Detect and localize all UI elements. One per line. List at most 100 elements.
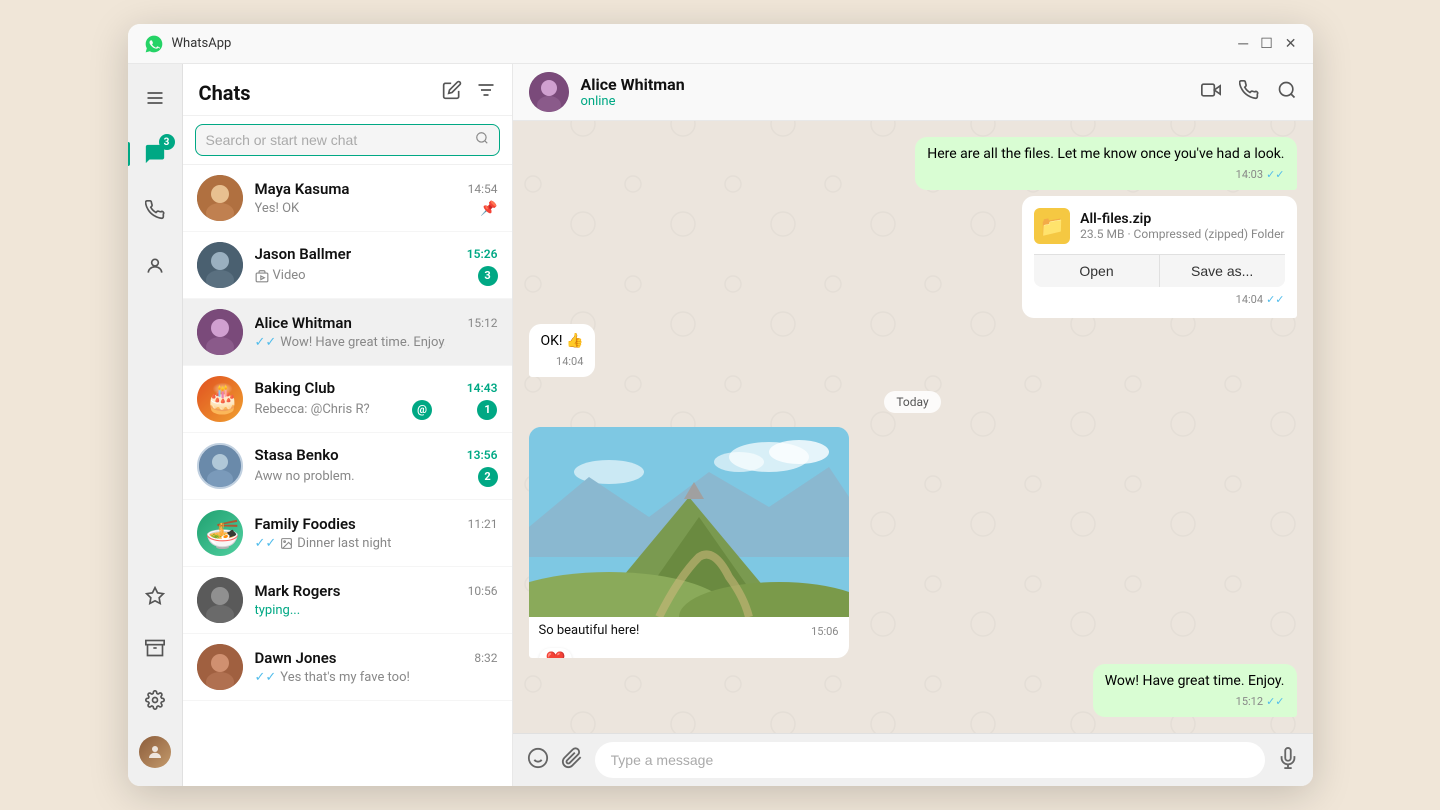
chats-badge: 3 — [159, 134, 175, 150]
search-bar-inner — [195, 124, 500, 156]
emoji-icon[interactable] — [527, 747, 549, 774]
video-call-icon[interactable] — [1201, 80, 1221, 105]
message-m2: 📁 All-files.zip 23.5 MB · Compressed (zi… — [1022, 196, 1296, 318]
avatar-alice — [197, 309, 243, 355]
date-divider-today: Today — [884, 391, 940, 413]
calls-icon[interactable] — [137, 192, 173, 228]
chat-item-mark[interactable]: Mark Rogers 10:56 typing... — [183, 567, 512, 634]
chat-preview-alice: ✓✓ Wow! Have great time. Enjoy. — [255, 335, 498, 350]
search-bar — [183, 116, 512, 165]
save-as-button[interactable]: Save as... — [1160, 255, 1285, 287]
chat-list-title: Chats — [199, 81, 251, 105]
chat-time-maya: 14:54 — [468, 182, 498, 196]
icon-rail-top: 3 — [137, 80, 173, 558]
avatar-dawn — [197, 644, 243, 690]
window-controls: ─ ☐ ✕ — [1238, 35, 1296, 52]
chat-info-dawn: Dawn Jones 8:32 ✓✓ Yes that's my fave to… — [255, 649, 498, 685]
chat-name-stasa: Stasa Benko — [255, 446, 339, 464]
photo-time: 15:06 — [811, 625, 838, 638]
chat-preview-jason: Video 3 — [255, 266, 498, 286]
chat-info-stasa: Stasa Benko 13:56 Aww no problem. 2 — [255, 446, 498, 487]
chat-preview-dawn: ✓✓ Yes that's my fave too! — [255, 670, 498, 685]
unread-badge-stasa: 2 — [478, 467, 498, 487]
chat-info-maya: Maya Kasuma 14:54 Yes! OK 📌 — [255, 180, 498, 217]
communities-icon[interactable] — [137, 248, 173, 284]
maximize-button[interactable]: ☐ — [1260, 35, 1273, 52]
whatsapp-logo — [144, 34, 164, 54]
svg-text:🎂: 🎂 — [205, 381, 240, 415]
open-file-button[interactable]: Open — [1034, 255, 1160, 287]
minimize-button[interactable]: ─ — [1238, 35, 1248, 52]
heart-reaction: ❤️ — [539, 648, 573, 658]
chat-preview-text-mark: typing... — [255, 603, 301, 618]
icon-rail-bottom — [137, 578, 173, 770]
chat-info-jason: Jason Ballmer 15:26 Video 3 — [255, 245, 498, 286]
chat-preview-text-dawn: ✓✓ Yes that's my fave too! — [255, 670, 410, 685]
chat-preview-stasa: Aww no problem. 2 — [255, 467, 498, 487]
bubble-time-m3: 14:04 — [541, 354, 584, 369]
chat-info-mark: Mark Rogers 10:56 typing... — [255, 582, 498, 618]
chat-item-stasa[interactable]: Stasa Benko 13:56 Aww no problem. 2 — [183, 433, 512, 500]
starred-icon[interactable] — [137, 578, 173, 614]
chats-icon[interactable]: 3 — [137, 136, 173, 172]
bubble-time-m6: 15:12 ✓✓ — [1105, 694, 1285, 709]
caption-text: So beautiful here! — [539, 623, 640, 638]
chat-time-family: 11:21 — [468, 517, 498, 531]
mention-badge-baking: @ — [412, 400, 432, 420]
chat-preview-text-family: ✓✓ Dinner last night — [255, 536, 392, 551]
profile-avatar[interactable] — [137, 734, 173, 770]
chat-header-avatar[interactable] — [529, 72, 569, 112]
reaction-area: ❤️ — [529, 642, 849, 658]
chat-preview-mark: typing... — [255, 603, 498, 618]
pin-icon-maya: 📌 — [480, 201, 497, 217]
voice-call-icon[interactable] — [1239, 80, 1259, 105]
message-m1: Here are all the files. Let me know once… — [915, 137, 1296, 190]
chat-list-header: Chats — [183, 64, 512, 116]
filter-icon[interactable] — [476, 80, 496, 105]
settings-icon[interactable] — [137, 682, 173, 718]
chat-time-mark: 10:56 — [468, 584, 498, 598]
bubble-time-m2: 14:04 ✓✓ — [1034, 289, 1284, 306]
chat-info-alice: Alice Whitman 15:12 ✓✓ Wow! Have great t… — [255, 314, 498, 350]
chat-preview-text-alice: ✓✓ Wow! Have great time. Enjoy. — [255, 335, 445, 350]
menu-icon[interactable] — [137, 80, 173, 116]
file-info-m2: 📁 All-files.zip 23.5 MB · Compressed (zi… — [1034, 208, 1284, 244]
app-window: WhatsApp ─ ☐ ✕ 3 — [128, 24, 1313, 786]
chat-info-family: Family Foodies 11:21 ✓✓ Dinner last nigh… — [255, 515, 498, 551]
chat-input-bar — [513, 733, 1313, 786]
search-chat-icon[interactable] — [1277, 80, 1297, 105]
file-icon-m2: 📁 — [1034, 208, 1070, 244]
file-details-m2: All-files.zip 23.5 MB · Compressed (zipp… — [1080, 211, 1284, 241]
chat-name-maya: Maya Kasuma — [255, 180, 350, 198]
close-button[interactable]: ✕ — [1285, 35, 1297, 52]
unread-badge-baking: 1 — [477, 400, 497, 420]
search-input[interactable] — [206, 132, 467, 148]
ticks-m1: ✓✓ — [1266, 167, 1284, 182]
chat-list-panel: Chats — [183, 64, 513, 786]
chat-item-dawn[interactable]: Dawn Jones 8:32 ✓✓ Yes that's my fave to… — [183, 634, 512, 701]
message-input[interactable] — [595, 742, 1265, 778]
title-bar: WhatsApp ─ ☐ ✕ — [128, 24, 1313, 64]
icon-rail: 3 — [128, 64, 183, 786]
chat-item-baking[interactable]: 🎂 Baking Club 14:43 Rebecca: @Chris R? @… — [183, 366, 512, 433]
chat-messages: Here are all the files. Let me know once… — [513, 121, 1313, 733]
chat-info-baking: Baking Club 14:43 Rebecca: @Chris R? @ 1 — [255, 379, 498, 420]
chat-time-stasa: 13:56 — [467, 448, 498, 462]
chat-header-name: Alice Whitman — [581, 75, 1201, 94]
attachment-icon[interactable] — [561, 747, 583, 774]
photo-mountain — [529, 427, 849, 617]
chat-preview-text-stasa: Aww no problem. — [255, 469, 355, 484]
chat-preview-text-maya: Yes! OK — [255, 201, 300, 216]
message-text-m3: OK! 👍 — [541, 333, 584, 349]
chat-item-jason[interactable]: Jason Ballmer 15:26 Video 3 — [183, 232, 512, 299]
new-chat-icon[interactable] — [442, 80, 462, 105]
chat-item-alice[interactable]: Alice Whitman 15:12 ✓✓ Wow! Have great t… — [183, 299, 512, 366]
microphone-icon[interactable] — [1277, 747, 1299, 774]
chat-item-maya[interactable]: Maya Kasuma 14:54 Yes! OK 📌 — [183, 165, 512, 232]
archived-icon[interactable] — [137, 630, 173, 666]
chat-preview-text-jason: Video — [255, 268, 306, 283]
chat-item-family[interactable]: 🍜 Family Foodies 11:21 ✓✓ Dinner last ni… — [183, 500, 512, 567]
file-meta-m2: 23.5 MB · Compressed (zipped) Folder — [1080, 227, 1284, 241]
chat-name-dawn: Dawn Jones — [255, 649, 337, 667]
message-m6: Wow! Have great time. Enjoy. 15:12 ✓✓ — [1093, 664, 1297, 717]
